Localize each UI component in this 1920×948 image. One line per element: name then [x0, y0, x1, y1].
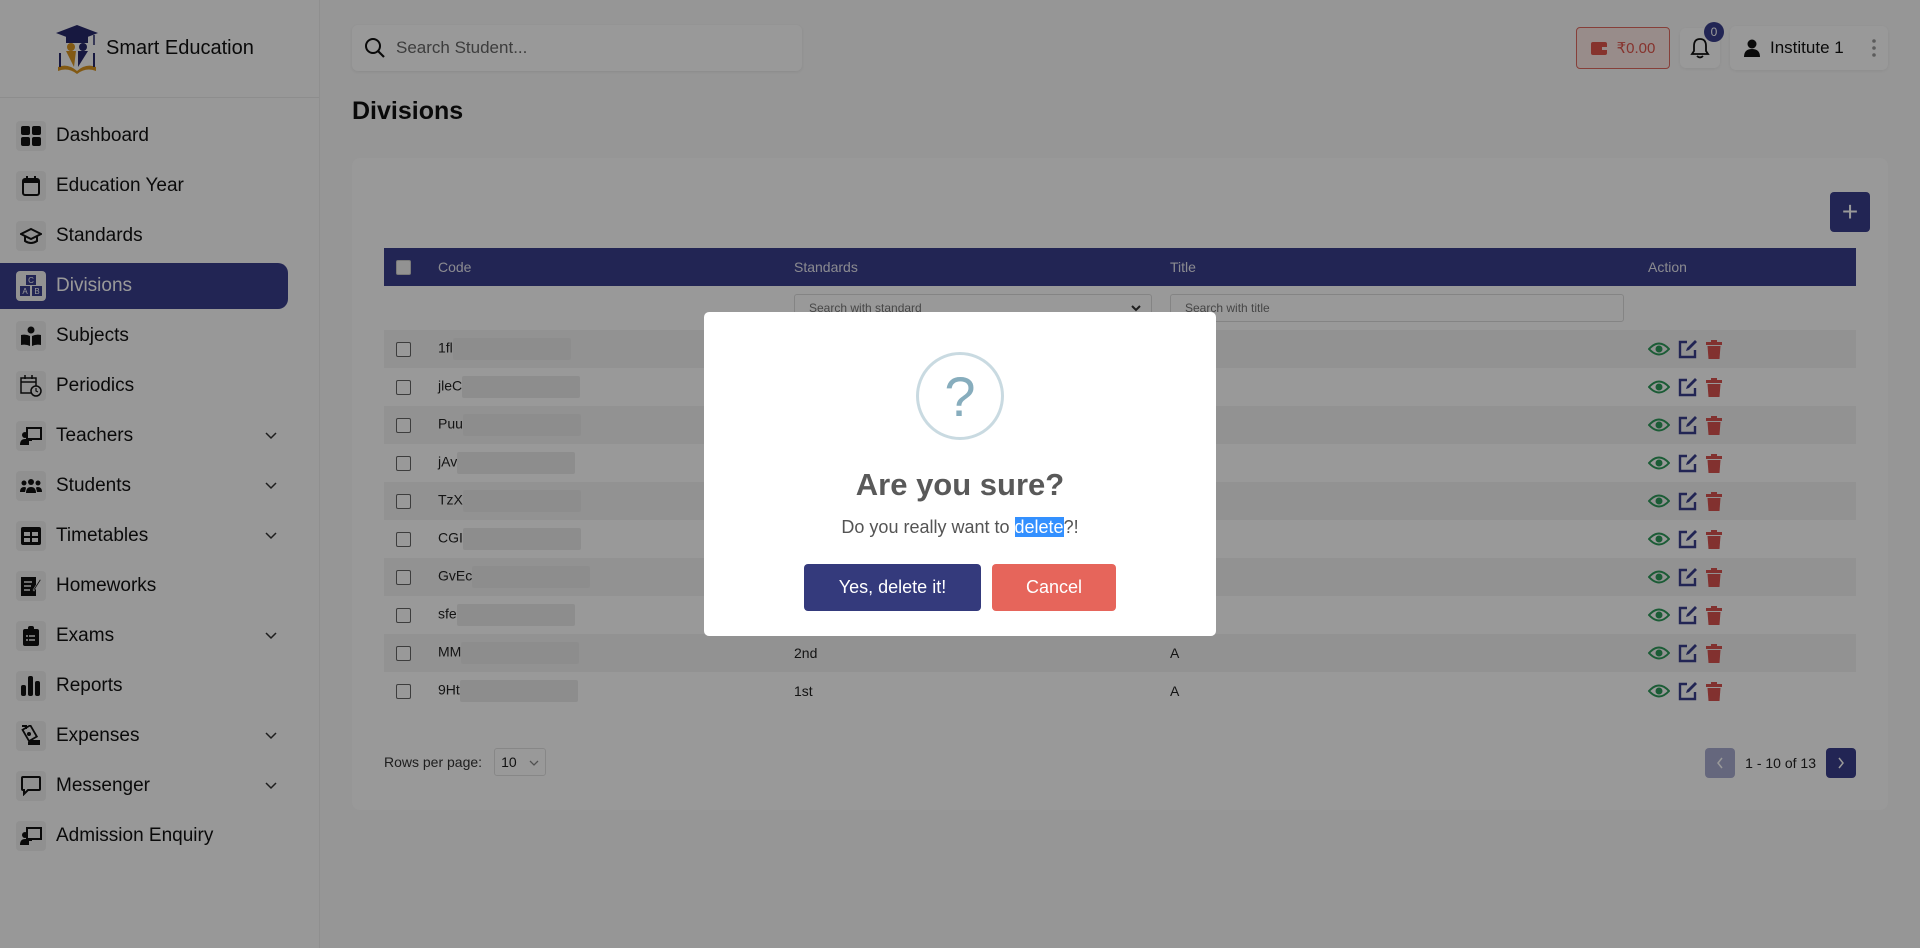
dialog-title: Are you sure? — [855, 467, 1065, 502]
dialog-message-selected-text: delete — [1014, 517, 1064, 537]
dialog-message-text: Do you really want to — [841, 517, 1015, 537]
cancel-button[interactable]: Cancel — [992, 564, 1116, 611]
dialog-message: Do you really want to delete?! — [704, 517, 1216, 538]
confirm-delete-dialog: ? Are you sure? Do you really want to de… — [704, 312, 1216, 636]
confirm-delete-button[interactable]: Yes, delete it! — [804, 564, 981, 611]
dialog-actions: Yes, delete it! Cancel — [704, 564, 1216, 611]
dialog-message-text: ?! — [1063, 517, 1079, 537]
question-icon: ? — [916, 352, 1004, 440]
